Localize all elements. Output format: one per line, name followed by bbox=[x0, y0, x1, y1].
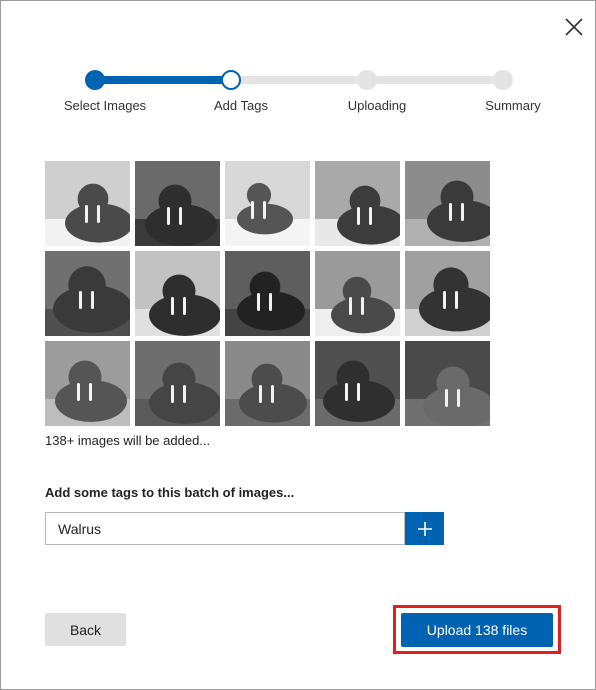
step-node-select-images bbox=[85, 70, 105, 90]
image-thumbnail bbox=[315, 251, 400, 336]
image-thumbnail bbox=[135, 341, 220, 426]
close-button[interactable] bbox=[563, 16, 585, 38]
image-thumbnail bbox=[405, 161, 490, 246]
add-tag-button[interactable] bbox=[405, 512, 444, 545]
step-label-uploading: Uploading bbox=[347, 98, 407, 113]
image-thumbnail bbox=[225, 341, 310, 426]
tag-input[interactable] bbox=[45, 512, 405, 545]
image-thumbnail bbox=[405, 251, 490, 336]
step-label-add-tags: Add Tags bbox=[214, 98, 268, 113]
upload-dialog: Select Images Add Tags Uploading Summary… bbox=[0, 0, 596, 690]
image-thumbnail bbox=[405, 341, 490, 426]
tags-heading: Add some tags to this batch of images... bbox=[45, 485, 295, 500]
image-thumbnail bbox=[135, 251, 220, 336]
step-node-uploading bbox=[357, 70, 377, 90]
image-thumbnail bbox=[225, 251, 310, 336]
image-thumbnail bbox=[45, 251, 130, 336]
stepper-track-complete bbox=[95, 76, 231, 84]
plus-icon bbox=[417, 521, 432, 536]
image-thumbnail bbox=[45, 341, 130, 426]
upload-button[interactable]: Upload 138 files bbox=[401, 613, 553, 647]
image-thumbnail bbox=[315, 161, 400, 246]
image-thumbnail bbox=[315, 341, 400, 426]
image-thumbnail bbox=[225, 161, 310, 246]
image-thumbnail bbox=[135, 161, 220, 246]
close-icon bbox=[565, 18, 583, 36]
image-grid bbox=[45, 161, 490, 426]
image-count-text: 138+ images will be added... bbox=[45, 433, 211, 448]
progress-stepper: Select Images Add Tags Uploading Summary bbox=[1, 67, 595, 117]
step-label-select-images: Select Images bbox=[63, 98, 147, 113]
image-thumbnail bbox=[45, 161, 130, 246]
step-node-add-tags bbox=[221, 70, 241, 90]
step-node-summary bbox=[493, 70, 513, 90]
step-label-summary: Summary bbox=[485, 98, 541, 113]
back-button[interactable]: Back bbox=[45, 613, 126, 646]
